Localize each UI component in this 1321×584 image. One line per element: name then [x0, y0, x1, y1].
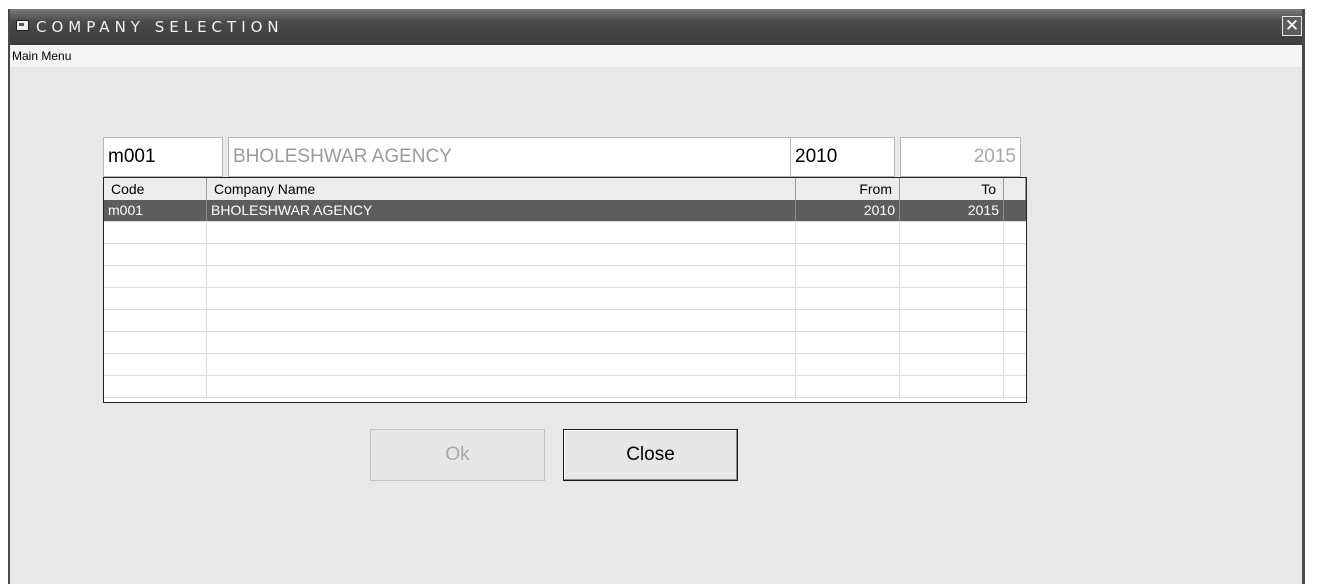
- table-cell: [796, 266, 900, 287]
- table-cell: [207, 222, 796, 243]
- app-window-icon: [16, 20, 29, 31]
- column-header-code[interactable]: Code: [104, 178, 207, 200]
- table-cell: [796, 376, 900, 397]
- column-header-to[interactable]: To: [900, 178, 1004, 200]
- close-button[interactable]: Close: [563, 429, 738, 481]
- table-cell: [207, 332, 796, 353]
- table-cell: [796, 244, 900, 265]
- ok-button[interactable]: Ok: [370, 429, 545, 481]
- cell-company-name: BHOLESHWAR AGENCY: [207, 200, 796, 221]
- table-cell: [207, 244, 796, 265]
- company-name-field[interactable]: BHOLESHWAR AGENCY: [228, 137, 793, 177]
- table-cell: [104, 354, 207, 375]
- table-cell: [796, 222, 900, 243]
- table-cell: [104, 266, 207, 287]
- table-cell: [796, 354, 900, 375]
- table-cell: [207, 376, 796, 397]
- table-cell: [796, 288, 900, 309]
- table-cell: [207, 288, 796, 309]
- table-cell: [900, 222, 1004, 243]
- company-selection-window: COMPANY SELECTION ✕ Main Menu m001 BHOLE…: [8, 9, 1305, 584]
- grid-header: Code Company Name From To: [104, 178, 1026, 201]
- table-row[interactable]: [104, 310, 1026, 332]
- table-cell: [104, 332, 207, 353]
- company-grid[interactable]: Code Company Name From To m001 BHOLESHWA…: [103, 177, 1027, 403]
- company-code-field[interactable]: m001: [103, 137, 223, 177]
- column-header-from[interactable]: From: [796, 178, 900, 200]
- year-from-field[interactable]: 2010: [790, 137, 895, 177]
- table-cell: [104, 376, 207, 397]
- table-row[interactable]: [104, 332, 1026, 354]
- cell-to: 2015: [900, 200, 1004, 221]
- table-cell: [796, 332, 900, 353]
- table-row[interactable]: m001 BHOLESHWAR AGENCY 2010 2015: [104, 200, 1026, 222]
- table-cell: [796, 310, 900, 331]
- table-cell: [900, 244, 1004, 265]
- table-cell: [900, 354, 1004, 375]
- table-cell: [104, 288, 207, 309]
- table-cell: [900, 332, 1004, 353]
- table-cell: [900, 376, 1004, 397]
- table-cell: [104, 310, 207, 331]
- column-header-company-name[interactable]: Company Name: [207, 178, 796, 200]
- table-cell: [900, 288, 1004, 309]
- table-row[interactable]: [104, 354, 1026, 376]
- table-cell: [900, 310, 1004, 331]
- table-row[interactable]: [104, 288, 1026, 310]
- table-row[interactable]: [104, 376, 1026, 398]
- table-cell: [900, 266, 1004, 287]
- close-icon[interactable]: ✕: [1282, 16, 1302, 36]
- menu-item-main-menu[interactable]: Main Menu: [12, 49, 71, 63]
- table-cell: [207, 266, 796, 287]
- table-row[interactable]: [104, 222, 1026, 244]
- column-header-filler: [1004, 178, 1026, 200]
- menu-bar: Main Menu: [10, 45, 1302, 67]
- table-cell: [207, 354, 796, 375]
- table-cell: [104, 244, 207, 265]
- table-row[interactable]: [104, 244, 1026, 266]
- window-title: COMPANY SELECTION: [36, 18, 284, 36]
- year-to-field[interactable]: 2015: [900, 137, 1021, 177]
- cell-code: m001: [104, 200, 207, 221]
- table-cell: [104, 222, 207, 243]
- title-bar[interactable]: COMPANY SELECTION ✕: [10, 9, 1302, 45]
- table-row[interactable]: [104, 266, 1026, 288]
- table-cell: [207, 310, 796, 331]
- cell-from: 2010: [796, 200, 900, 221]
